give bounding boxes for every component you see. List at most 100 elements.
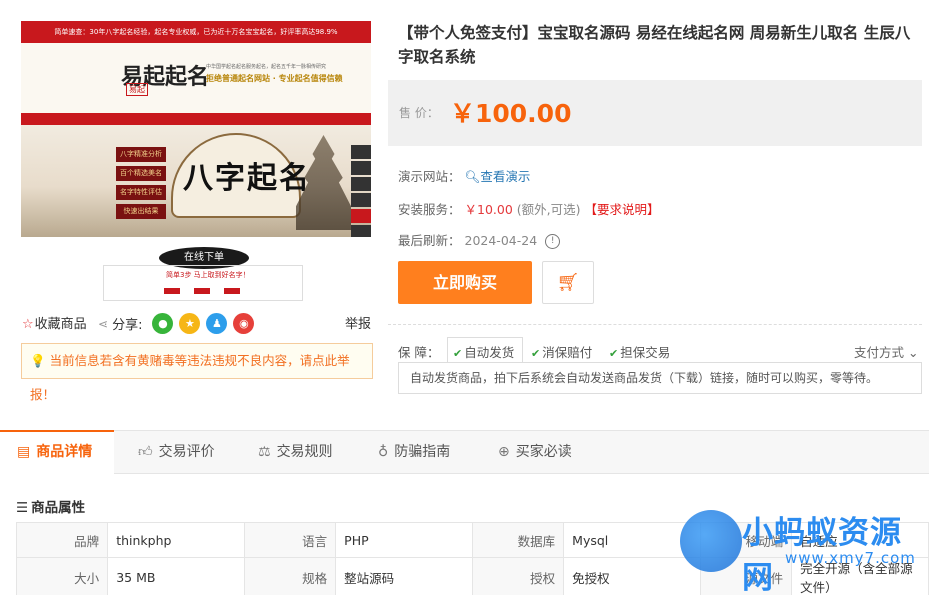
tab-reviews[interactable]: 👍︎ 交易评价 bbox=[138, 431, 215, 474]
share-bar: ⋖ 分享: ● ★ ♟ ◉ bbox=[98, 313, 255, 334]
table-row: 品牌 thinkphp 语言 PHP 数据库 Mysql 移动端 自适应 bbox=[15, 522, 929, 558]
attr-key: 品牌 bbox=[15, 522, 109, 558]
plus-circle-icon: ⊕ bbox=[498, 444, 510, 460]
guarantee-compensation[interactable]: ✔ 消保赔付 bbox=[531, 342, 592, 361]
demo-link-text: 查看演示 bbox=[480, 169, 531, 184]
banner-title: 八字起名 bbox=[183, 161, 311, 196]
wechat-icon[interactable]: ● bbox=[152, 313, 174, 334]
attr-value: 自适应 bbox=[791, 522, 929, 558]
install-requirement-link[interactable]: 【要求说明】 bbox=[585, 202, 660, 217]
image-card-button bbox=[194, 288, 210, 294]
image-brand-area: 易起起名 易起 中华国学起名起名服务起名，起名五千年一脉相传研究 拒绝普通起名网… bbox=[21, 43, 371, 113]
attr-key: 移动端 bbox=[699, 522, 793, 558]
thumbs-up-icon: 👍︎ bbox=[138, 444, 153, 460]
refresh-date: 2024-04-24 bbox=[464, 233, 538, 248]
guarantee-text: 自动发货 bbox=[464, 345, 515, 360]
install-label: 安装服务： bbox=[398, 202, 461, 217]
refresh-label: 最后刷新： bbox=[398, 233, 461, 248]
tab-label: 交易评价 bbox=[158, 444, 215, 460]
attr-key: 授权 bbox=[471, 557, 565, 595]
attr-value: Mysql bbox=[563, 522, 701, 558]
price-label: 售 价： bbox=[399, 106, 439, 120]
demo-label: 演示网站： bbox=[398, 169, 461, 184]
attr-value: 完全开源（含全部源文件） bbox=[791, 557, 929, 595]
detail-tabs: ▤ 商品详情 👍︎ 交易评价 ⚖ 交易规则 ♁ 防骗指南 ⊕ 买家必读 bbox=[0, 430, 929, 475]
info-icon[interactable]: ! bbox=[545, 234, 561, 249]
delivery-description: 自动发货商品，拍下后系统会自动发送商品发货（下载）链接，随时可以购买，零等待。 bbox=[398, 362, 922, 394]
refresh-row: 最后刷新： 2024-04-24 ! bbox=[398, 230, 561, 249]
attributes-table: 品牌 thinkphp 语言 PHP 数据库 Mysql 移动端 自适应 大小 35 MB… bbox=[15, 522, 929, 595]
divider bbox=[388, 324, 922, 325]
scale-icon: ⚖ bbox=[258, 444, 271, 460]
guarantee-auto-delivery[interactable]: ✔ 自动发货 bbox=[453, 342, 514, 361]
qq-icon[interactable]: ♟ bbox=[206, 313, 228, 334]
attr-value: 35 MB bbox=[107, 557, 245, 595]
banner-pill: 百个精选美名 bbox=[116, 166, 166, 181]
image-banner: 八字精准分析 百个精选美名 名字特性评估 快速出结果 八字起名 bbox=[21, 125, 371, 239]
banner-pill: 名字特性评估 bbox=[116, 185, 166, 200]
share-label: 分享: bbox=[112, 318, 143, 333]
install-price: ￥10.00 bbox=[464, 202, 513, 217]
image-lower-area: 在线下单 简单3步 马上取到好名字！ bbox=[21, 237, 371, 301]
tab-label: 买家必读 bbox=[515, 444, 572, 460]
tab-buyer-guide[interactable]: ⊕ 买家必读 bbox=[498, 431, 572, 474]
buy-now-button[interactable]: 立即购买 bbox=[398, 261, 532, 304]
payment-method-label: 支付方式 bbox=[854, 345, 905, 360]
cart-icon: 🛒︎ bbox=[556, 272, 580, 293]
attr-value: 免授权 bbox=[563, 557, 701, 595]
share-icon: ⋖ bbox=[98, 316, 109, 331]
document-icon: ▤ bbox=[17, 444, 31, 460]
warning-text: 当前信息若含有黄赌毒等违法违规不良内容，请点此举报！ bbox=[30, 353, 350, 402]
banner-pill: 八字精准分析 bbox=[116, 147, 166, 162]
report-link[interactable]: 举报 bbox=[345, 313, 371, 332]
check-shield-icon: ✔ bbox=[453, 347, 463, 360]
image-banner-pills: 八字精准分析 百个精选美名 名字特性评估 快速出结果 bbox=[116, 147, 166, 223]
attr-key: 数据库 bbox=[471, 522, 565, 558]
image-order-card: 简单3步 马上取到好名字！ bbox=[103, 265, 303, 301]
image-slogan-small: 中华国学起名起名服务起名，起名五千年一脉相传研究 bbox=[206, 64, 327, 70]
attr-key: 规格 bbox=[243, 557, 337, 595]
banner-side-nav bbox=[351, 145, 371, 241]
attr-key: 语言 bbox=[243, 522, 337, 558]
attr-value: 整站源码 bbox=[335, 557, 473, 595]
attr-key: 源文件 bbox=[699, 557, 793, 595]
list-icon: ☰ bbox=[16, 500, 29, 516]
qzone-icon[interactable]: ★ bbox=[179, 313, 201, 334]
product-title: 【带个人免签支付】宝宝取名源码 易经在线起名网 周易新生儿取名 生辰八字取名系统 bbox=[398, 24, 911, 66]
tab-label: 商品详情 bbox=[36, 444, 93, 460]
image-logo-tag: 易起 bbox=[126, 83, 148, 96]
star-icon: ☆ bbox=[22, 317, 34, 332]
warning-notice[interactable]: 💡 当前信息若含有黄赌毒等违法违规不良内容，请点此举报！ bbox=[21, 343, 373, 402]
image-card-button bbox=[164, 288, 180, 294]
bulb-icon: ♁ bbox=[378, 444, 389, 460]
weibo-icon[interactable]: ◉ bbox=[233, 313, 255, 334]
tab-label: 交易规则 bbox=[276, 444, 333, 460]
favorite-label: 收藏商品 bbox=[34, 317, 87, 332]
payment-method-dropdown[interactable]: 支付方式 ⌄ bbox=[854, 342, 918, 361]
check-shield-icon: ✔ bbox=[609, 347, 619, 360]
attr-value: PHP bbox=[335, 522, 473, 558]
demo-link[interactable]: 🔍︎查看演示 bbox=[465, 169, 531, 184]
attr-value: thinkphp bbox=[107, 522, 245, 558]
guarantee-text: 担保交易 bbox=[620, 345, 671, 360]
chevron-down-icon: ⌄ bbox=[904, 345, 919, 360]
tab-trade-rules[interactable]: ⚖ 交易规则 bbox=[258, 431, 333, 474]
favorite-button[interactable]: ☆收藏商品 bbox=[22, 313, 87, 332]
check-shield-icon: ✔ bbox=[531, 347, 541, 360]
bulb-icon: 💡 bbox=[30, 353, 46, 368]
demo-row: 演示网站： 🔍︎查看演示 bbox=[398, 166, 530, 185]
table-row: 大小 35 MB 规格 整站源码 授权 免授权 源文件 完全开源（含全部源文件） bbox=[15, 557, 929, 595]
tab-anti-fraud[interactable]: ♁ 防骗指南 bbox=[378, 431, 450, 474]
tab-label: 防骗指南 bbox=[394, 444, 451, 460]
add-to-cart-button[interactable]: 🛒︎ bbox=[542, 261, 594, 304]
price-value: ￥100.00 bbox=[450, 99, 572, 128]
guarantee-escrow[interactable]: ✔ 担保交易 bbox=[609, 342, 670, 361]
install-row: 安装服务： ￥10.00 (额外,可选) 【要求说明】 bbox=[398, 199, 660, 218]
tab-product-details[interactable]: ▤ 商品详情 bbox=[0, 430, 115, 475]
image-slogan-big: 拒绝普通起名网站 · 专业起名值得信赖 bbox=[206, 74, 343, 83]
attributes-heading-text: 商品属性 bbox=[31, 500, 86, 516]
price-box: 售 价： ￥100.00 bbox=[388, 80, 922, 146]
guarantee-text: 消保赔付 bbox=[542, 345, 593, 360]
product-image[interactable]: 简单速查：30年八字起名经验，起名专业权威，已为近十万名宝宝起名，好评率高达98… bbox=[21, 21, 371, 301]
image-top-bar: 简单速查：30年八字起名经验，起名专业权威，已为近十万名宝宝起名，好评率高达98… bbox=[21, 21, 371, 43]
